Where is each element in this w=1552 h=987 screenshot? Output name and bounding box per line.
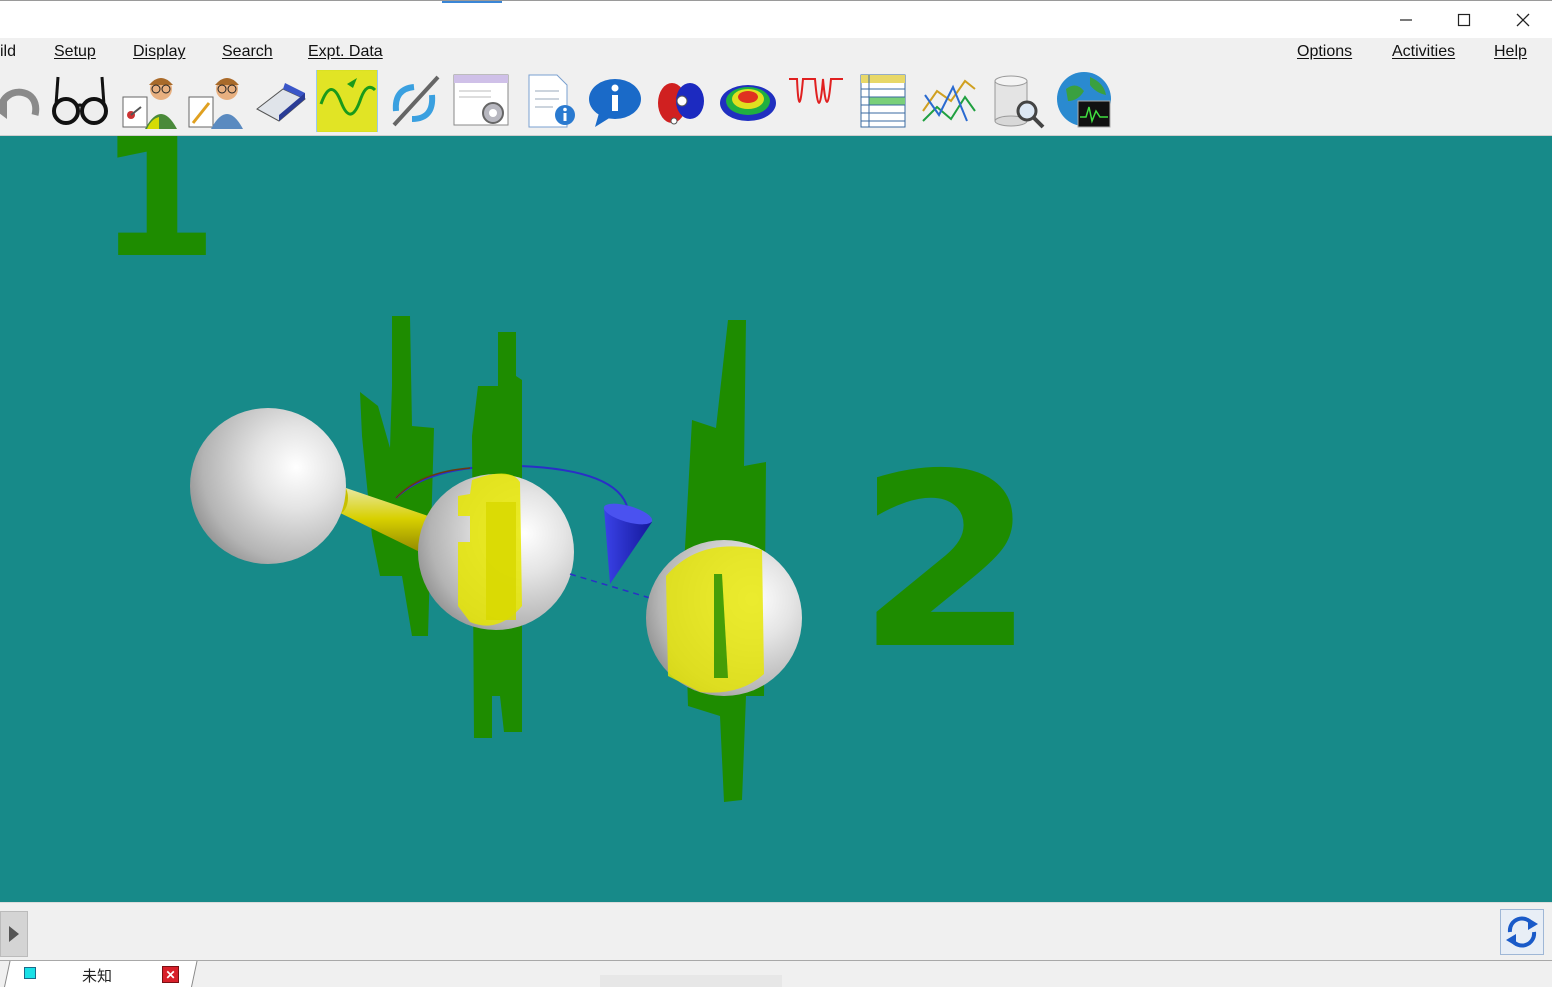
document-info-button[interactable] — [518, 70, 580, 132]
document-tab-label: 未知 — [82, 968, 113, 985]
scientist-edit-icon — [188, 78, 243, 129]
edit-molecule-button[interactable] — [184, 70, 246, 132]
maximize-button[interactable] — [1447, 7, 1481, 33]
surface-button[interactable] — [717, 70, 779, 132]
refresh-edit-icon — [392, 75, 440, 127]
molecule-viewport[interactable]: 1 2 — [0, 136, 1552, 902]
spreadsheet-button[interactable] — [852, 70, 914, 132]
annotation-label-1: 1 — [98, 136, 218, 296]
minimize-button[interactable] — [1389, 7, 1423, 33]
info-bubble-icon — [589, 79, 641, 127]
document-info-icon — [528, 74, 575, 128]
viewport-canvas — [190, 316, 802, 802]
orbital-button[interactable] — [651, 70, 713, 132]
scientist-molecule-icon — [122, 78, 177, 129]
vibration-wave-icon — [317, 70, 377, 132]
menu-expt-data[interactable]: Expt. Data — [308, 43, 383, 61]
graph-button[interactable] — [918, 70, 980, 132]
menu-bar: ild Setup Display Search Expt. Data Opti… — [0, 38, 1552, 67]
status-panel — [0, 902, 1552, 961]
spreadsheet-icon — [860, 74, 906, 128]
annotation-label-2: 2 — [856, 422, 1037, 702]
view-button[interactable] — [49, 70, 111, 132]
database-search-icon — [994, 75, 1045, 129]
document-tabs: 未知 ✕ — [0, 960, 1552, 987]
title-accent — [442, 1, 502, 3]
mini-toolbar — [600, 975, 782, 987]
expand-panel-button[interactable] — [0, 911, 28, 957]
vibration-button[interactable] — [316, 70, 378, 132]
eraser-icon — [256, 83, 306, 122]
web-button[interactable] — [1053, 70, 1115, 132]
menu-setup[interactable]: Setup — [54, 43, 96, 61]
undo-button[interactable] — [0, 70, 44, 132]
title-bar — [0, 0, 1552, 39]
atom-2-group — [418, 332, 574, 738]
menu-activities[interactable]: Activities — [1392, 43, 1455, 61]
close-icon — [1516, 13, 1530, 27]
build-molecule-button[interactable] — [118, 70, 180, 132]
line-graph-icon — [922, 79, 976, 122]
menu-options[interactable]: Options — [1297, 43, 1352, 61]
surface-map-icon — [720, 85, 776, 121]
close-x-icon: ✕ — [165, 967, 176, 982]
menu-build[interactable]: ild — [0, 43, 16, 61]
sync-rotate-icon — [1506, 916, 1538, 948]
atom-2-mark — [486, 502, 516, 620]
info-button[interactable] — [584, 70, 646, 132]
settings-window-icon — [453, 74, 509, 126]
eraser-button[interactable] — [250, 70, 312, 132]
menu-help[interactable]: Help — [1494, 43, 1527, 61]
menu-display[interactable]: Display — [133, 43, 185, 61]
settings-button[interactable] — [450, 70, 512, 132]
annotation-scribble-1 — [360, 316, 434, 636]
database-button[interactable] — [986, 70, 1048, 132]
spectrum-button[interactable] — [784, 70, 846, 132]
atom-1[interactable] — [190, 408, 346, 564]
sync-button[interactable] — [1500, 909, 1544, 955]
globe-monitor-icon — [1057, 72, 1111, 128]
document-tab-icon — [24, 967, 36, 979]
tab-close-button[interactable]: ✕ — [162, 966, 179, 983]
toolbar — [0, 67, 1552, 136]
maximize-icon — [1457, 13, 1471, 27]
minimize-icon — [1400, 19, 1412, 21]
close-button[interactable] — [1506, 7, 1540, 33]
orbital-icon — [658, 83, 704, 125]
glasses-icon — [52, 76, 108, 125]
undo-icon — [0, 88, 40, 119]
spectrum-icon — [789, 78, 843, 104]
menu-search[interactable]: Search — [222, 43, 273, 61]
refresh-button[interactable] — [383, 70, 445, 132]
play-arrow-icon — [9, 926, 19, 942]
rotation-cone — [603, 503, 653, 584]
